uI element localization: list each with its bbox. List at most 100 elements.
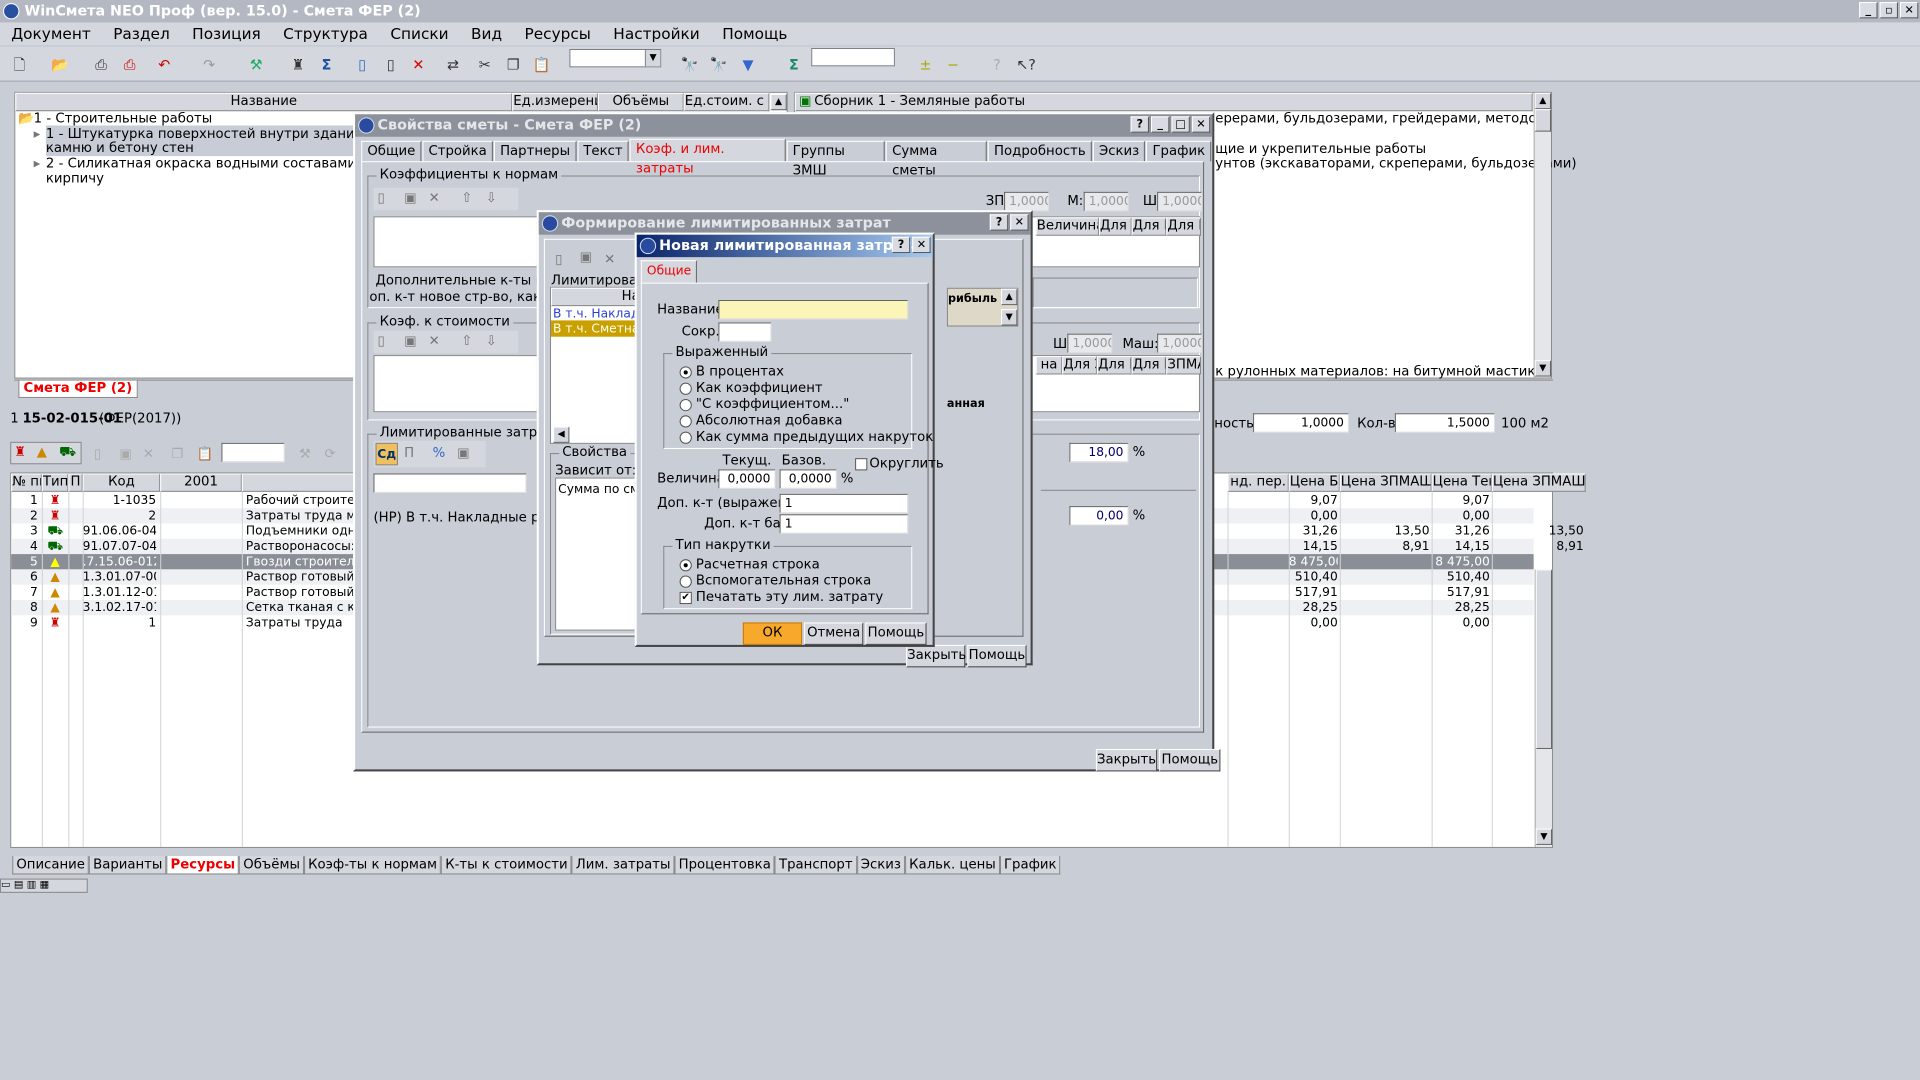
tree-expander-icon[interactable]: ▸ <box>34 127 41 143</box>
m-field[interactable]: 1,0000 <box>1083 191 1129 212</box>
opt-coef-label[interactable]: Как коэффициент <box>696 381 823 397</box>
form-close-button[interactable]: Закрыть <box>906 644 966 668</box>
cut-icon[interactable]: ✂ <box>476 56 494 74</box>
filter-icon[interactable]: ▼ <box>739 56 757 74</box>
props-tab-sketch[interactable]: Эскиз <box>1092 140 1146 162</box>
res-col-name[interactable] <box>241 473 365 492</box>
props-tab-text[interactable]: Текст <box>577 140 629 162</box>
props-close-button[interactable]: Закрыть <box>1095 748 1158 772</box>
machine-res-icon[interactable]: ⛟ <box>59 445 76 462</box>
tree-col-unit[interactable]: Ед.измерения <box>512 92 598 112</box>
tab-resources[interactable]: Ресурсы <box>166 856 240 875</box>
copy-move-icon[interactable]: ⇄ <box>441 56 465 74</box>
redo-icon[interactable]: ↷ <box>200 56 218 74</box>
lim-cd-icon[interactable]: Сд <box>375 442 398 466</box>
print-checkbox[interactable]: ✔ <box>679 591 692 605</box>
type-calc-label[interactable]: Расчетная строка <box>696 557 820 573</box>
coef-down-icon[interactable]: ⇩ <box>486 191 497 206</box>
cost-delete-icon[interactable]: ✕ <box>429 334 440 349</box>
worker-icon[interactable]: ♜ <box>289 56 307 74</box>
new-doc-icon[interactable]: 🗋 <box>10 56 28 74</box>
opt-percent-label[interactable]: В процентах <box>696 364 784 380</box>
menu-settings[interactable]: Настройки <box>602 22 711 44</box>
type-aux-radio[interactable] <box>679 575 692 588</box>
form-new-icon[interactable]: ▯ <box>555 252 562 267</box>
type-aux-label[interactable]: Вспомогательная строка <box>696 573 871 589</box>
lim-p-icon[interactable]: П <box>404 446 414 461</box>
res-col-n[interactable]: № пп <box>11 473 42 492</box>
tree-expander2-icon[interactable]: ▸ <box>34 156 41 172</box>
res-refresh-icon[interactable]: ⟳ <box>324 447 335 462</box>
props-tab-zmsh[interactable]: Группы ЗМШ <box>786 140 885 179</box>
opt-percent-radio[interactable] <box>679 366 692 379</box>
menu-position[interactable]: Позиция <box>181 22 272 44</box>
add-base-input[interactable]: 1 <box>779 514 909 534</box>
props-tab-detail[interactable]: Подробность <box>987 140 1092 162</box>
lim-filter-field[interactable] <box>373 473 527 493</box>
coef-new-icon[interactable]: ▯ <box>378 191 385 206</box>
menu-document[interactable]: Документ <box>0 22 102 44</box>
lim-pct2-field[interactable]: 0,00 <box>1069 506 1129 526</box>
menu-help[interactable]: Помощь <box>711 22 799 44</box>
form-depends-item[interactable]: Сумма по сме <box>558 481 647 497</box>
res-col-pb[interactable]: Цена Б. <box>1288 473 1340 492</box>
res-scroll-thumb[interactable] <box>1535 569 1553 749</box>
res-new-icon[interactable]: ▯ <box>94 447 101 462</box>
opt-coef-radio[interactable] <box>679 382 692 395</box>
cost-edit-icon[interactable]: ▣ <box>404 334 417 349</box>
print-label[interactable]: Печатать эту лим. затрату <box>696 590 883 606</box>
res-col-type[interactable]: Тип <box>41 473 69 492</box>
coef-field[interactable]: 1,0000 <box>1253 413 1349 433</box>
round-checkbox[interactable] <box>855 458 868 471</box>
props-close-icon[interactable]: ✕ <box>1191 116 1211 133</box>
props-tab-sum[interactable]: Сумма сметы <box>885 140 987 179</box>
menu-structure[interactable]: Структура <box>272 22 379 44</box>
sh2-field[interactable]: 1,0000 <box>1067 333 1113 354</box>
res-col-p[interactable]: П <box>68 473 83 492</box>
tab-volumes[interactable]: Объёмы <box>239 856 305 875</box>
cancel-button[interactable]: Отмена <box>804 622 864 645</box>
help-icon[interactable]: ? <box>988 56 1006 74</box>
page2-icon[interactable]: ▯ <box>382 56 400 74</box>
norm-scrollbar[interactable]: ▲ ▼ <box>1533 92 1552 378</box>
copy-icon[interactable]: ❐ <box>504 56 522 74</box>
norm-scroll-down-icon[interactable]: ▼ <box>1534 360 1552 377</box>
add-expr-input[interactable]: 1 <box>779 493 909 514</box>
doc-tab[interactable]: Смета ФЕР (2) <box>18 380 138 398</box>
menu-section[interactable]: Раздел <box>102 22 181 44</box>
zoom-combo[interactable]: ▼ <box>569 48 662 68</box>
tree-col-volume[interactable]: Объёмы <box>597 92 684 112</box>
menu-lists[interactable]: Списки <box>379 22 460 44</box>
form-help-button[interactable]: Помощь <box>967 644 1027 668</box>
find-next-icon[interactable]: 🔭 <box>709 56 727 74</box>
sum-icon[interactable]: Σ <box>317 56 335 74</box>
plus-minus-icon[interactable]: ± <box>916 56 934 74</box>
sh-field[interactable]: 1,0000 <box>1157 191 1203 212</box>
round-label[interactable]: Округлить <box>869 456 943 472</box>
tab-sketch[interactable]: Эскиз <box>856 856 906 875</box>
form-delete-icon[interactable]: ✕ <box>604 252 615 267</box>
sum2-icon[interactable]: Σ <box>785 56 803 74</box>
cost-up-icon[interactable]: ⇧ <box>461 334 472 349</box>
lim-edit-icon[interactable]: ▣ <box>457 446 470 461</box>
opt-withcoef-radio[interactable] <box>679 398 692 412</box>
form-list-scroll-left-icon[interactable]: ◀ <box>553 426 570 443</box>
res-col-2001[interactable]: 2001 <box>160 473 242 492</box>
cur-value-input[interactable]: 0,0000 <box>718 469 776 489</box>
props-tab-partners[interactable]: Партнеры <box>493 140 577 162</box>
delete-icon[interactable]: ✕ <box>409 56 427 74</box>
menu-resources[interactable]: Ресурсы <box>513 22 602 44</box>
props-maximize-icon[interactable]: □ <box>1171 116 1190 133</box>
find-icon[interactable]: 🔭 <box>681 56 699 74</box>
close-icon[interactable]: ✕ <box>1899 2 1919 19</box>
context-help-icon[interactable]: ↖? <box>1016 56 1036 74</box>
form-close-icon[interactable]: ✕ <box>1010 214 1029 231</box>
norm-scroll-thumb[interactable] <box>1534 109 1552 132</box>
props-tab-general[interactable]: Общие <box>361 140 422 162</box>
tab-lim-costs[interactable]: Лим. затраты <box>571 856 675 875</box>
props-tab-graph[interactable]: График <box>1146 140 1212 162</box>
material-res-icon[interactable]: ▲ <box>37 445 47 460</box>
props-help-icon[interactable]: ? <box>1130 116 1149 133</box>
opt-absolute-label[interactable]: Абсолютная добавка <box>696 413 843 429</box>
props-tab-coef[interactable]: Коэф. и лим. затраты <box>629 138 786 177</box>
